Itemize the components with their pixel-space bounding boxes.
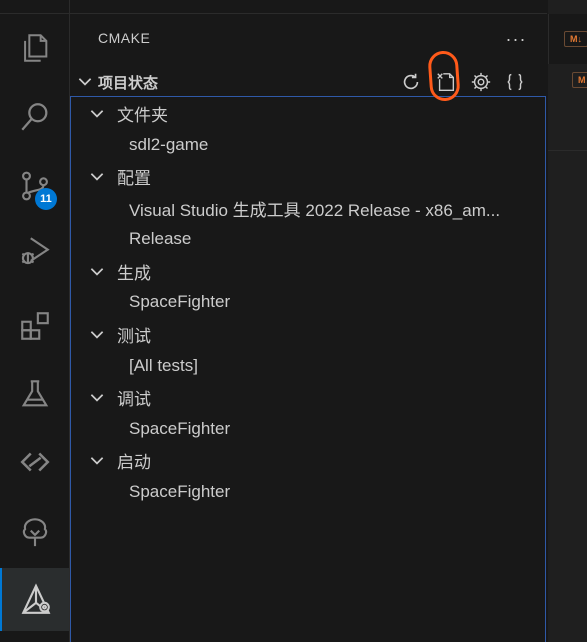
chevron-down-icon <box>90 394 104 402</box>
tree-group-label: 测试 <box>117 326 151 346</box>
tree-folder-group[interactable]: 文件夹 <box>71 98 545 128</box>
tree-item-label: sdl2-game <box>129 135 209 154</box>
tree-item[interactable]: sdl2-game <box>71 130 545 160</box>
source-control-badge: 11 <box>35 188 57 210</box>
annotation-circle <box>427 50 461 102</box>
tree-config-group[interactable]: 配置 <box>71 161 545 191</box>
cmake-button[interactable] <box>0 568 69 631</box>
chevron-down-icon <box>90 110 104 118</box>
editor-tab[interactable]: M↓ <box>548 14 587 64</box>
tree-item-label: Visual Studio 生成工具 2022 Release - x86_am… <box>129 200 501 220</box>
tree-item[interactable]: Visual Studio 生成工具 2022 Release - x86_am… <box>71 193 545 223</box>
search-icon <box>20 102 47 130</box>
braces-icon <box>507 73 523 91</box>
extensions-button[interactable] <box>0 294 69 357</box>
search-button[interactable] <box>0 85 69 148</box>
chevron-down-icon <box>90 268 104 276</box>
refresh-button[interactable] <box>397 68 425 96</box>
tree-group-label: 调试 <box>117 389 151 409</box>
tree-group-label: 配置 <box>117 168 151 188</box>
tree-icon <box>22 517 47 546</box>
tree-item[interactable]: Release <box>71 224 545 254</box>
run-debug-button[interactable] <box>0 219 69 282</box>
tree-item-label: SpaceFighter <box>129 292 231 311</box>
tree-launch-group[interactable]: 启动 <box>71 445 545 475</box>
remote-icon <box>19 452 50 471</box>
tree-item[interactable]: SpaceFighter <box>71 477 545 507</box>
tree-group-label: 生成 <box>117 263 151 283</box>
refresh-icon <box>403 73 419 90</box>
vscode-window: 11 CMAKE ··· 项目状态 文件夹 sdl2-game 配置 Visua… <box>0 0 587 642</box>
tree-debug-group[interactable]: 调试 <box>71 382 545 412</box>
tree-button[interactable] <box>0 500 69 563</box>
editor-content <box>548 150 587 642</box>
tree-test-group[interactable]: 测试 <box>71 319 545 349</box>
project-status-header[interactable]: 项目状态 <box>70 66 547 96</box>
testing-button[interactable] <box>0 362 69 425</box>
chevron-down-icon <box>90 457 104 465</box>
tree-item[interactable]: [All tests] <box>71 351 545 381</box>
testing-icon <box>21 379 48 406</box>
run-debug-icon <box>21 236 50 264</box>
settings-button[interactable] <box>467 68 495 96</box>
activity-bar: 11 <box>0 0 70 642</box>
section-title: 项目状态 <box>98 75 159 92</box>
cmake-sidebar: CMAKE ··· 项目状态 文件夹 sdl2-game 配置 Visual S… <box>70 0 547 642</box>
chevron-down-icon <box>78 78 92 86</box>
remote-button[interactable] <box>0 430 69 493</box>
divider <box>0 13 69 14</box>
tree-group-label: 文件夹 <box>117 105 168 125</box>
tree-item-label: SpaceFighter <box>129 419 231 438</box>
divider <box>70 13 547 14</box>
tree-item-label: SpaceFighter <box>129 482 231 501</box>
braces-button[interactable] <box>501 68 529 96</box>
sidebar-title: CMAKE <box>98 30 151 46</box>
tree-item-label: Release <box>129 229 192 248</box>
markdown-icon: M↓ <box>564 31 587 47</box>
source-control-button[interactable]: 11 <box>0 154 69 217</box>
markdown-icon: M↓ <box>572 72 587 88</box>
chevron-down-icon <box>90 173 104 181</box>
extensions-icon <box>20 311 49 340</box>
tree-item[interactable]: SpaceFighter <box>71 287 545 317</box>
more-actions-icon[interactable]: ··· <box>504 27 528 51</box>
tree-item[interactable]: SpaceFighter <box>71 414 545 444</box>
settings-icon <box>471 72 491 92</box>
cmake-icon <box>21 582 50 614</box>
tree-item-label: [All tests] <box>129 356 198 375</box>
tree-build-group[interactable]: 生成 <box>71 256 545 286</box>
explorer-button[interactable] <box>0 16 69 79</box>
chevron-down-icon <box>90 331 104 339</box>
tree-group-label: 启动 <box>117 452 151 472</box>
explorer-icon <box>23 33 47 62</box>
project-status-tree: 文件夹 sdl2-game 配置 Visual Studio 生成工具 2022… <box>70 96 546 642</box>
